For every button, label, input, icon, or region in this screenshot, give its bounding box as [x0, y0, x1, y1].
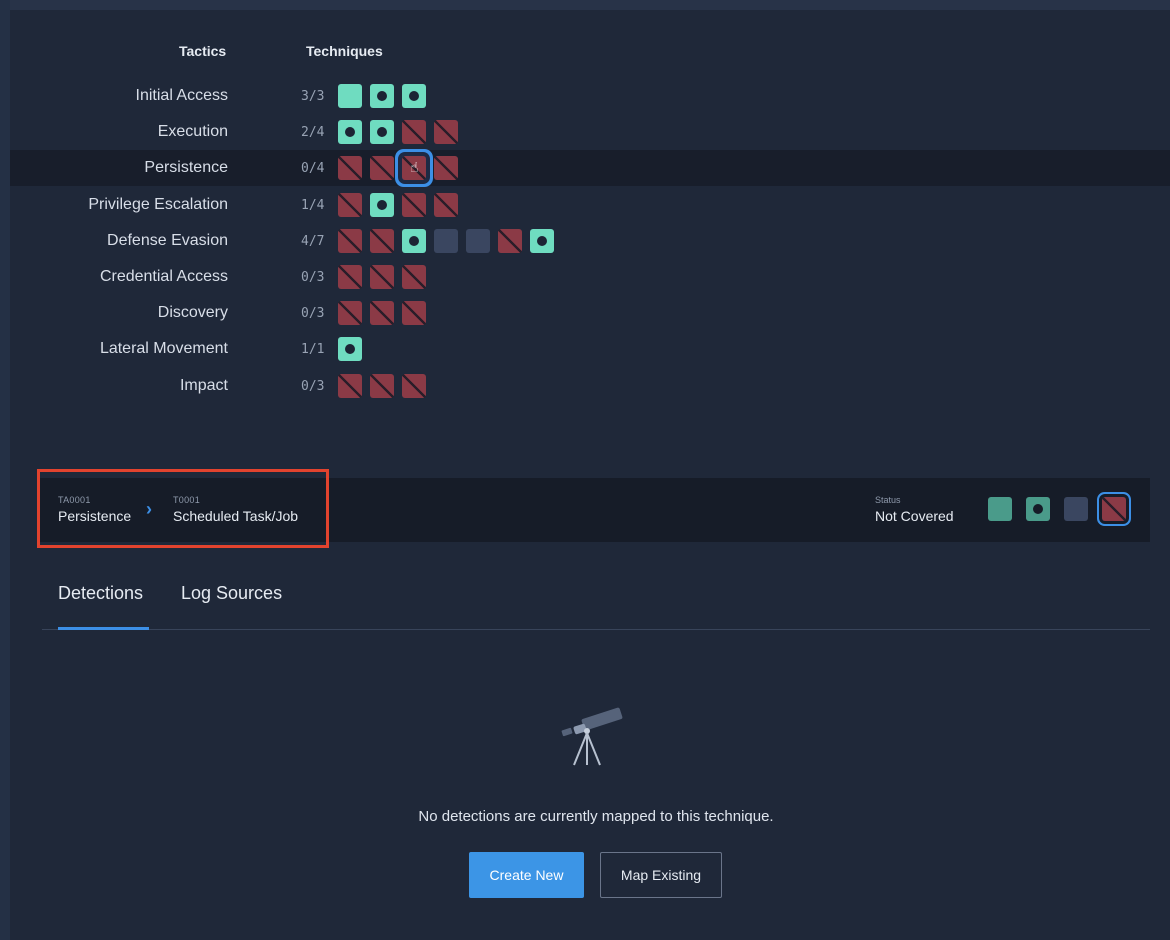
- tactic-label: Initial Access: [135, 87, 228, 104]
- technique-cells: [338, 265, 426, 289]
- status-not-covered-icon[interactable]: [1102, 497, 1126, 521]
- technique-cell-not-covered[interactable]: [370, 229, 394, 253]
- status-selector: [988, 497, 1126, 521]
- technique-cell-not-covered[interactable]: [434, 120, 458, 144]
- technique-cells: [338, 337, 362, 361]
- tabs-divider: [42, 629, 1150, 630]
- technique-cell-detected[interactable]: [370, 84, 394, 108]
- technique-cell-not-applicable[interactable]: [466, 229, 490, 253]
- technique-cell-detected[interactable]: [402, 84, 426, 108]
- technique-cells: [338, 84, 426, 108]
- technique-cell-not-covered[interactable]: [402, 301, 426, 325]
- status-covered-icon[interactable]: [988, 497, 1012, 521]
- tactic-row: Execution 2/4: [10, 114, 1170, 150]
- technique-cell-not-covered[interactable]: [434, 193, 458, 217]
- tactic-row: Discovery 0/3: [10, 295, 1170, 331]
- tactic-row: Lateral Movement 1/1: [10, 331, 1170, 367]
- tactics-header: Tactics: [179, 43, 227, 59]
- technique-count: 0/3: [301, 306, 325, 321]
- technique-cells: [338, 374, 426, 398]
- technique-cells: [338, 301, 426, 325]
- technique-cells: [338, 229, 554, 253]
- tab-log-sources[interactable]: Log Sources: [181, 583, 282, 604]
- top-edge: [0, 0, 1170, 10]
- empty-state-message: No detections are currently mapped to th…: [418, 808, 774, 825]
- tactic-row: Impact 0/3: [10, 368, 1170, 404]
- technique-cell-not-covered[interactable]: [338, 374, 362, 398]
- technique-cell-not-covered[interactable]: [402, 265, 426, 289]
- chevron-right-icon: ›: [146, 499, 152, 519]
- technique-count: 1/4: [301, 198, 325, 213]
- tactic-label: Lateral Movement: [99, 340, 228, 357]
- technique-count: 0/3: [301, 270, 325, 285]
- technique-cells: ☝: [338, 156, 458, 180]
- telescope-icon: [561, 707, 623, 766]
- tab-detections[interactable]: Detections: [58, 583, 143, 604]
- technique-cell-not-covered[interactable]: [370, 265, 394, 289]
- technique-id: T0001: [173, 495, 201, 505]
- create-new-button[interactable]: Create New: [469, 852, 584, 898]
- status-not-applicable-icon[interactable]: [1064, 497, 1088, 521]
- tactic-label: Privilege Escalation: [88, 196, 228, 213]
- technique-cell-detected[interactable]: [530, 229, 554, 253]
- technique-cell-not-covered[interactable]: [498, 229, 522, 253]
- technique-cell-detected[interactable]: [338, 337, 362, 361]
- technique-cell-not-covered[interactable]: [338, 265, 362, 289]
- technique-cell-not-covered[interactable]: [370, 301, 394, 325]
- map-existing-button[interactable]: Map Existing: [600, 852, 722, 898]
- technique-cell-not-covered[interactable]: [370, 156, 394, 180]
- technique-cell-not-covered[interactable]: [338, 301, 362, 325]
- tactic-label: Credential Access: [99, 268, 228, 285]
- tactic-label: Discovery: [157, 304, 228, 321]
- tactic-id: TA0001: [58, 495, 91, 505]
- technique-cell-not-covered[interactable]: [402, 374, 426, 398]
- technique-cell-not-covered[interactable]: ☝: [402, 156, 426, 180]
- tactic-row: Initial Access 3/3: [10, 78, 1170, 114]
- tactic-row: Persistence 0/4 ☝: [10, 150, 1170, 186]
- technique-cell-detected[interactable]: [402, 229, 426, 253]
- status-value: Not Covered: [875, 508, 954, 524]
- technique-cells: [338, 120, 458, 144]
- tactic-label: Persistence: [144, 159, 228, 176]
- technique-cell-not-covered[interactable]: [434, 156, 458, 180]
- technique-count: 1/1: [301, 342, 325, 357]
- breadcrumb-technique: Scheduled Task/Job: [173, 508, 299, 524]
- technique-count: 0/4: [301, 161, 325, 176]
- technique-cell-detected[interactable]: [370, 120, 394, 144]
- technique-cell-covered[interactable]: [338, 84, 362, 108]
- tactic-label: Defense Evasion: [107, 232, 228, 249]
- active-tab-indicator: [58, 627, 149, 630]
- technique-cell-not-covered[interactable]: [338, 193, 362, 217]
- tactic-row: Privilege Escalation 1/4: [10, 187, 1170, 223]
- technique-cell-detected[interactable]: [338, 120, 362, 144]
- technique-cell-not-covered[interactable]: [338, 156, 362, 180]
- technique-cell-not-covered[interactable]: [402, 120, 426, 144]
- left-edge: [0, 0, 10, 940]
- tactic-label: Impact: [179, 377, 228, 394]
- technique-cell-detected[interactable]: [370, 193, 394, 217]
- tactic-row: Defense Evasion 4/7: [10, 223, 1170, 259]
- breadcrumb-tactic[interactable]: Persistence: [58, 508, 131, 524]
- technique-cell-not-covered[interactable]: [370, 374, 394, 398]
- technique-cell-not-applicable[interactable]: [434, 229, 458, 253]
- technique-cell-not-covered[interactable]: [338, 229, 362, 253]
- technique-count: 3/3: [301, 89, 325, 104]
- technique-count: 2/4: [301, 125, 325, 140]
- technique-count: 4/7: [301, 234, 325, 249]
- technique-cell-not-covered[interactable]: [402, 193, 426, 217]
- pointer-cursor-icon: ☝: [410, 159, 419, 175]
- technique-cells: [338, 193, 458, 217]
- tactic-row: Credential Access 0/3: [10, 259, 1170, 295]
- technique-count: 0/3: [301, 379, 325, 394]
- tactic-label: Execution: [157, 123, 228, 140]
- status-detected-icon[interactable]: [1026, 497, 1050, 521]
- status-label: Status: [875, 495, 901, 505]
- techniques-header: Techniques: [306, 43, 383, 59]
